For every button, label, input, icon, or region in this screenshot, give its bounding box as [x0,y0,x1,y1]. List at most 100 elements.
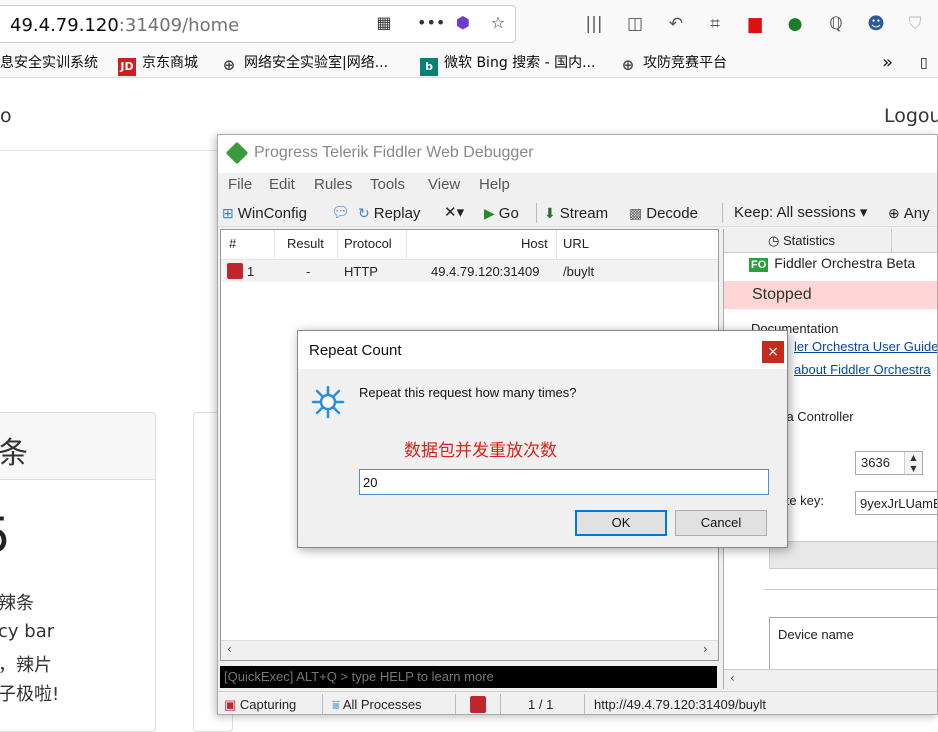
more-actions-icon[interactable]: ••• [417,12,445,34]
stream-button[interactable]: ⬇ Stream [544,202,608,224]
extension-icon[interactable]: ⬢ [452,12,474,34]
repeat-count-dialog: Repeat Count × Repeat this request how m… [297,330,788,548]
screen-icon[interactable]: ▆ [743,12,767,36]
search-extension-icon[interactable]: ℚ [824,12,848,36]
about-orchestra-link[interactable]: about Fiddler Orchestra [794,362,931,377]
menu-rules[interactable]: Rules [314,176,352,193]
replay-button[interactable]: ↻ Replay [358,202,420,224]
card-title: 条 [0,436,28,471]
scroll-left-icon[interactable]: ‹ [227,642,232,656]
column-header-num[interactable]: # [229,236,236,251]
fiddler-titlebar[interactable]: Progress Telerik Fiddler Web Debugger [218,135,937,173]
process-filter[interactable]: ⩸ All Processes [332,697,422,713]
close-icon[interactable]: × [762,341,784,363]
crop-icon[interactable]: ⌗ [703,12,727,36]
bookmark-item[interactable]: ⊕ 网络安全实验室|网络... [220,53,388,74]
library-icon[interactable]: ||| [582,12,606,36]
user-guide-link[interactable]: ler Orchestra User Guide [794,339,937,354]
repeat-count-value: 20 [363,475,378,490]
stream-arrow-icon: ⬇ [544,205,556,221]
remove-button[interactable]: ✕▾ [444,202,464,224]
menu-help[interactable]: Help [479,176,510,193]
column-header-result[interactable]: Result [287,236,324,251]
bookmark-item[interactable]: b 微软 Bing 搜索 - 国内... [420,53,595,76]
winconfig-button[interactable]: ⊞ WinConfig [222,202,307,224]
overflow-chevron-icon[interactable]: » [882,53,893,73]
decode-button[interactable]: ▩ Decode [629,202,698,224]
column-header-protocol[interactable]: Protocol [344,236,392,251]
table-row[interactable]: 1 - HTTP 49.4.79.120:31409 /buylt [221,260,718,282]
status-separator [584,694,585,714]
url-text[interactable]: 49.4.79.120:31409/home [10,15,239,36]
windows-icon: ⊞ [222,205,234,221]
controller-button[interactable] [769,541,937,569]
column-divider [406,230,407,260]
column-header-url[interactable]: URL [563,236,589,251]
stepper-arrows-icon[interactable]: ▲ ▼ [904,452,922,474]
sidebar-icon[interactable]: ◫ [623,12,647,36]
orchestra-badge: FO [749,258,769,272]
play-icon: ▶ [484,205,495,221]
card-count: 5 [0,508,11,564]
inspector-tabs: ◷ Statistics [724,229,937,253]
any-process-button[interactable]: ⊕ Any [888,202,930,224]
menu-file[interactable]: File [228,176,252,193]
back-arrow-icon[interactable]: ↶ [664,12,688,36]
bookmark-item[interactable]: 息安全实训系统 [0,53,98,73]
column-header-host[interactable]: Host [521,236,548,251]
quickexec-input[interactable]: [QuickExec] ALT+Q > type HELP to learn m… [220,666,717,688]
bookmark-item[interactable]: ⊕ 攻防竞赛平台 [619,53,727,74]
green-ball-icon[interactable]: ● [783,12,807,36]
device-name-header[interactable]: Device name [778,627,854,642]
scroll-right-icon[interactable]: › [703,642,708,656]
cell-host: 49.4.79.120:31409 [431,264,540,279]
request-icon [227,263,243,279]
menu-edit[interactable]: Edit [269,176,295,193]
keep-sessions-dropdown[interactable]: Keep: All sessions ▾ [734,202,867,224]
status-separator [455,694,456,714]
session-status-icon [470,696,486,713]
repeat-count-input[interactable]: 20 [359,469,769,495]
fox-icon[interactable]: ⛉ [903,12,927,36]
horizontal-scrollbar[interactable]: ‹ › [221,640,718,660]
cancel-button[interactable]: Cancel [675,510,767,536]
dialog-title: Repeat Count [309,342,402,359]
status-bar: ▣ Capturing ⩸ All Processes 1 / 1 http:/… [218,691,937,714]
menu-tools[interactable]: Tools [370,176,405,193]
card-text-line: 辣条 [0,593,34,614]
scroll-left-icon[interactable]: ‹ [730,671,735,685]
session-count: 1 / 1 [528,697,554,712]
qr-code-icon[interactable]: ▦ [373,12,395,34]
private-key-value: 9yexJrLUamB [860,496,938,511]
page-brand[interactable]: o [0,105,12,127]
alien-icon[interactable]: ☻ [864,12,888,36]
menu-view[interactable]: View [428,176,460,193]
globe-icon: ⊕ [621,56,635,74]
comment-icon[interactable]: 💬︎ [331,202,350,224]
cell-protocol: HTTP [344,264,378,279]
column-divider [274,230,275,260]
mobile-icon[interactable]: ▯ [920,53,928,73]
port-stepper[interactable]: 3636 ▲ ▼ [855,451,923,475]
bookmark-star-icon[interactable]: ☆ [487,12,509,34]
fiddler-menubar: File Edit Rules Tools View Help [218,173,937,197]
card-text-line: cy bar [0,621,55,642]
close-x-icon: ✕▾ [444,204,465,221]
devices-table[interactable]: Device name [769,617,937,677]
card-text-line: ，辣片 [0,655,52,676]
tab-statistics[interactable]: ◷ Statistics [724,229,892,253]
private-key-field[interactable]: 9yexJrLUamB [855,491,938,515]
logout-link[interactable]: Logout [884,105,938,127]
ok-button[interactable]: OK [575,510,667,536]
dialog-titlebar[interactable]: Repeat Count × [298,331,787,369]
dialog-prompt: Repeat this request how many times? [359,385,577,400]
status-separator [500,694,501,714]
cell-url: /buylt [563,264,595,279]
horizontal-scrollbar[interactable]: ‹ [724,669,937,689]
go-button[interactable]: ▶ Go [484,202,519,224]
capturing-toggle[interactable]: ▣ Capturing [224,697,296,713]
column-divider [337,230,338,260]
bing-icon: b [420,58,438,76]
bookmark-item[interactable]: JD 京东商城 [118,53,198,76]
toolbar-separator [722,203,723,223]
